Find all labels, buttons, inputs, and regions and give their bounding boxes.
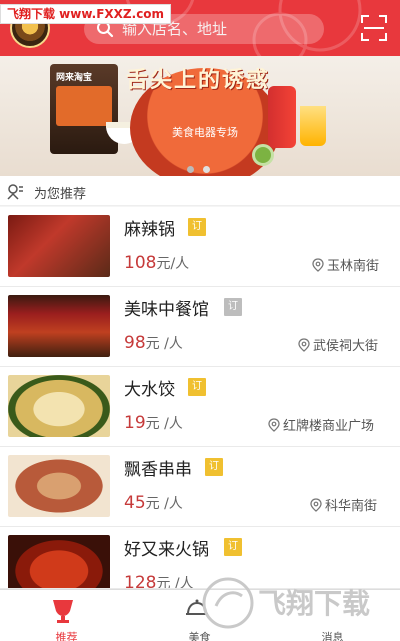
restaurant-thumbnail	[8, 455, 110, 517]
banner-title: 舌尖上的诱惑	[125, 68, 270, 93]
restaurant-item[interactable]: 麻辣锅 订 108元/人 玉林南街	[0, 207, 400, 287]
restaurant-price: 108元/人	[124, 253, 189, 273]
kiwi-image	[252, 144, 274, 166]
page-dot-active[interactable]	[187, 166, 194, 173]
juicer-image	[268, 86, 296, 148]
restaurant-location: 武侯祠大街	[298, 335, 378, 354]
oven-window-image	[56, 86, 112, 126]
location-text: 红牌楼商业广场	[283, 419, 375, 434]
price-unit: 元 /人	[145, 496, 183, 512]
price-unit: 元 /人	[156, 576, 194, 589]
location-pin-icon	[268, 417, 280, 432]
restaurant-location: 玉林南街	[312, 255, 379, 274]
restaurant-price: 45元 /人	[124, 493, 183, 513]
price-value: 128	[124, 573, 157, 589]
restaurant-price: 128元 /人	[124, 573, 194, 589]
restaurant-thumbnail	[8, 375, 110, 437]
restaurant-item[interactable]: 美味中餐馆 订 98元 /人 武侯祠大街	[0, 287, 400, 367]
booking-tag: 订	[188, 378, 206, 396]
restaurant-thumbnail	[8, 535, 110, 588]
location-text: 科华南街	[325, 499, 378, 514]
overlay-logo-text: 飞翔下载	[258, 587, 370, 620]
trophy-icon	[53, 600, 73, 623]
booking-tag: 订	[205, 458, 223, 476]
location-pin-icon	[310, 497, 322, 512]
location-text: 玉林南街	[327, 259, 380, 274]
restaurant-location: 红牌楼商业广场	[268, 415, 374, 434]
restaurant-price: 19元 /人	[124, 413, 183, 433]
price-value: 19	[124, 413, 146, 433]
price-unit: 元/人	[156, 256, 190, 272]
location-pin-icon	[298, 337, 310, 352]
restaurant-name: 美味中餐馆	[124, 300, 209, 320]
price-unit: 元 /人	[145, 416, 183, 432]
restaurant-name: 好又来火锅	[124, 540, 209, 560]
price-unit: 元 /人	[145, 336, 183, 352]
tab-label: 推荐	[55, 631, 78, 641]
restaurant-thumbnail	[8, 295, 110, 357]
page-dot[interactable]	[203, 166, 210, 173]
recommend-icon	[7, 184, 23, 200]
restaurant-item[interactable]: 飘香串串 订 45元 /人 科华南街	[0, 447, 400, 527]
banner-subtitle: 美食电器专场	[172, 126, 238, 139]
restaurant-thumbnail	[8, 215, 110, 277]
restaurant-price: 98元 /人	[124, 333, 183, 353]
booking-tag: 订	[224, 298, 242, 316]
price-value: 108	[124, 253, 157, 273]
location-pin-icon	[312, 257, 324, 272]
restaurant-name: 飘香串串	[124, 460, 192, 480]
fxxz-logo-icon: 飞翔下载	[202, 577, 370, 629]
restaurant-item[interactable]: 大水饺 订 19元 /人 红牌楼商业广场	[0, 367, 400, 447]
location-text: 武侯祠大街	[313, 339, 379, 354]
scan-icon[interactable]	[360, 14, 388, 42]
section-title: 为您推荐	[34, 187, 87, 202]
price-value: 98	[124, 333, 146, 353]
oven-label: 网来淘宝	[56, 73, 93, 83]
restaurant-location: 科华南街	[310, 495, 377, 514]
restaurant-name: 麻辣锅	[124, 220, 175, 240]
restaurant-name: 大水饺	[124, 380, 175, 400]
juice-glass-image	[300, 106, 326, 146]
price-value: 45	[124, 493, 146, 513]
booking-tag: 订	[188, 218, 206, 236]
booking-tag: 订	[224, 538, 242, 556]
watermark-label: 飞翔下载 www.FXXZ.com	[0, 4, 172, 24]
